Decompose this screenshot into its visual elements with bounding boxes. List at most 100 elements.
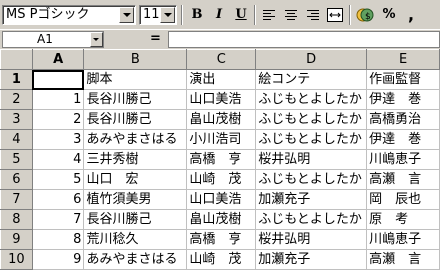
table-row: 6 5 山口 宏山崎 茂ふじもとよしたか 高瀬 言: [0, 169, 440, 190]
font-size-value: 11: [143, 7, 160, 22]
select-all-corner[interactable]: [0, 49, 33, 70]
cell-a[interactable]: 5: [31, 169, 85, 190]
cell-e[interactable]: 高瀬 言: [366, 169, 440, 190]
row-header[interactable]: 9: [0, 229, 33, 250]
cell-c[interactable]: 山崎 茂: [186, 169, 257, 190]
cell-e[interactable]: 川嶋恵子: [366, 229, 440, 250]
cell-e[interactable]: 高瀬 言: [366, 249, 440, 270]
cell-c[interactable]: 小川浩司: [186, 129, 257, 150]
formula-input[interactable]: [168, 31, 440, 48]
cell-c[interactable]: 山口美浩: [186, 89, 257, 110]
toolbar-separator: [254, 5, 256, 25]
cell-d[interactable]: 絵コンテ: [255, 69, 368, 90]
cell-b[interactable]: あみやまさはる: [83, 129, 188, 150]
percent-button[interactable]: %: [379, 5, 399, 25]
align-right-icon: [307, 10, 319, 20]
table-row: 8 7 長谷川勝己 畠山茂樹 ふじもとよしたか原 考: [0, 209, 440, 230]
align-left-button[interactable]: [259, 5, 279, 25]
row-header[interactable]: 8: [0, 209, 33, 230]
cell-a[interactable]: 7: [31, 209, 85, 230]
column-header-a[interactable]: A: [31, 49, 85, 70]
cell-c[interactable]: 山口美浩: [186, 189, 257, 210]
row-header[interactable]: 2: [0, 89, 33, 110]
table-row: 1 脚本 演出 絵コンテ 作画監督: [0, 69, 440, 90]
cell-d[interactable]: ふじもとよしたか: [255, 109, 368, 130]
cell-d[interactable]: ふじもとよしたか: [255, 209, 368, 230]
cell-e[interactable]: 伊達 巻: [366, 89, 440, 110]
cell-b[interactable]: 脚本: [83, 69, 188, 90]
underline-button[interactable]: U: [231, 5, 251, 25]
italic-button[interactable]: I: [209, 5, 229, 25]
cell-e[interactable]: 作画監督: [366, 69, 440, 90]
cell-b[interactable]: 長谷川勝己: [83, 209, 188, 230]
svg-text:$: $: [365, 12, 371, 22]
cell-a[interactable]: 9: [31, 249, 85, 270]
cell-a[interactable]: 2: [31, 109, 85, 130]
toolbar-separator: [181, 5, 183, 25]
cell-a[interactable]: [31, 69, 85, 90]
cell-c[interactable]: 高橋 亨: [186, 229, 257, 250]
currency-button[interactable]: $: [355, 5, 375, 25]
equals-button[interactable]: =: [150, 31, 161, 46]
cell-d[interactable]: 桜井弘明: [255, 229, 368, 250]
cell-e[interactable]: 川嶋恵子: [366, 149, 440, 170]
cell-b[interactable]: 荒川稔久: [83, 229, 188, 250]
cell-c[interactable]: 畠山茂樹: [186, 109, 257, 130]
merge-center-button[interactable]: [325, 5, 345, 25]
cell-c[interactable]: 演出: [186, 69, 257, 90]
align-left-icon: [263, 10, 275, 20]
name-box[interactable]: A1: [2, 31, 104, 48]
cell-b[interactable]: 植竹須美男: [83, 189, 188, 210]
cell-a[interactable]: 1: [31, 89, 85, 110]
cell-d[interactable]: ふじもとよしたか: [255, 129, 368, 150]
row-header[interactable]: 10: [0, 249, 33, 270]
cell-b[interactable]: 山口 宏: [83, 169, 188, 190]
column-header-e[interactable]: E: [366, 49, 440, 70]
chevron-down-icon[interactable]: [119, 7, 134, 23]
align-right-button[interactable]: [303, 5, 323, 25]
cell-e[interactable]: 高橋勇治: [366, 109, 440, 130]
comma-button[interactable]: ,: [401, 5, 421, 25]
cell-a[interactable]: 4: [31, 149, 85, 170]
cell-a[interactable]: 3: [31, 129, 85, 150]
bold-button[interactable]: B: [187, 5, 207, 25]
cell-c[interactable]: 山崎 茂: [186, 249, 257, 270]
row-header[interactable]: 6: [0, 169, 33, 190]
cell-c[interactable]: 高橋 亨: [186, 149, 257, 170]
column-header-c[interactable]: C: [186, 49, 257, 70]
chevron-down-icon[interactable]: [90, 32, 103, 47]
row-header[interactable]: 4: [0, 129, 33, 150]
row-header[interactable]: 3: [0, 109, 33, 130]
cell-d[interactable]: ふじもとよしたか: [255, 169, 368, 190]
cell-d[interactable]: ふじもとよしたか: [255, 89, 368, 110]
cell-a[interactable]: 8: [31, 229, 85, 250]
cell-b[interactable]: 長谷川勝己: [83, 89, 188, 110]
row-header[interactable]: 1: [0, 69, 33, 90]
grid-body: 1 脚本 演出 絵コンテ 作画監督 2 1 長谷川勝己 山口美浩 ふじもとよしたか 伊達 巻 3 2 長谷…: [0, 69, 440, 270]
font-size-dropdown[interactable]: 11: [139, 5, 177, 25]
align-center-button[interactable]: [281, 5, 301, 25]
cell-e[interactable]: 岡 辰也: [366, 189, 440, 210]
cell-b[interactable]: 三井秀樹: [83, 149, 188, 170]
cell-b[interactable]: 長谷川勝己: [83, 109, 188, 130]
currency-icon: $: [356, 8, 374, 22]
cell-e[interactable]: 伊達 巻: [366, 129, 440, 150]
cell-c[interactable]: 畠山茂樹: [186, 209, 257, 230]
cell-a[interactable]: 6: [31, 189, 85, 210]
cell-d[interactable]: 加瀬充子: [255, 189, 368, 210]
name-box-value: A1: [37, 32, 53, 46]
formula-bar: A1 =: [0, 29, 440, 49]
cell-e[interactable]: 原 考: [366, 209, 440, 230]
table-row: 9 8 荒川稔久 高橋 亨桜井弘明 川嶋恵子: [0, 229, 440, 250]
align-center-icon: [285, 10, 297, 20]
chevron-down-icon[interactable]: [160, 7, 175, 23]
cell-b[interactable]: あみやまさはる: [83, 249, 188, 270]
cell-d[interactable]: 加瀬充子: [255, 249, 368, 270]
row-header[interactable]: 5: [0, 149, 33, 170]
table-row: 7 6 植竹須美男 山口美浩 加瀬充子岡 辰也: [0, 189, 440, 210]
column-header-b[interactable]: B: [83, 49, 188, 70]
column-header-d[interactable]: D: [255, 49, 368, 70]
font-name-dropdown[interactable]: MS Pゴシック: [2, 5, 136, 25]
row-header[interactable]: 7: [0, 189, 33, 210]
cell-d[interactable]: 桜井弘明: [255, 149, 368, 170]
